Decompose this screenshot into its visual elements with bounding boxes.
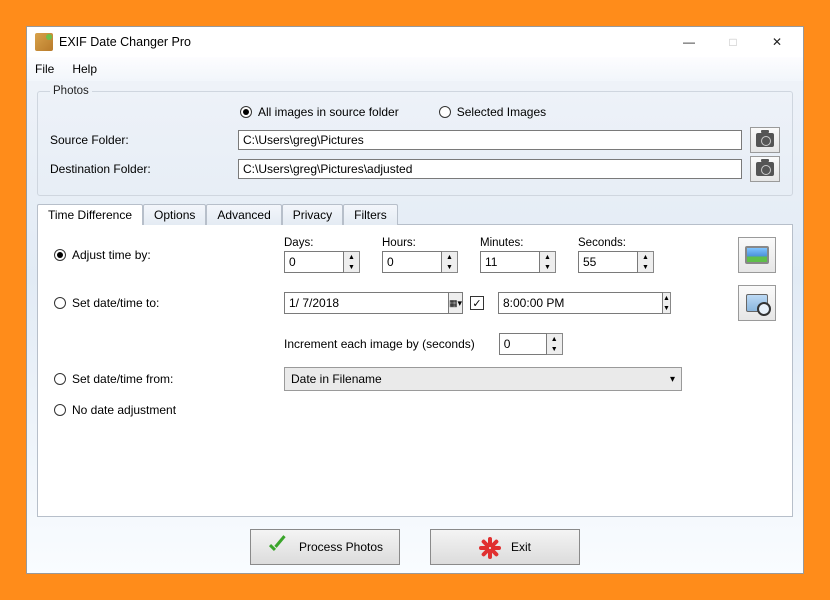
minutes-spinner[interactable]: ▲▼: [480, 251, 556, 273]
increment-label: Increment each image by (seconds): [284, 337, 475, 351]
radio-icon: [54, 404, 66, 416]
seconds-spinner[interactable]: ▲▼: [578, 251, 654, 273]
button-row: Process Photos Exit: [37, 529, 793, 565]
date-source-combo[interactable]: Date in Filename ▾: [284, 367, 682, 391]
radio-set-from[interactable]: Set date/time from:: [54, 372, 284, 386]
adjust-time-label: Adjust time by:: [72, 248, 151, 262]
maximize-button[interactable]: □: [711, 28, 755, 56]
radio-no-adjust[interactable]: No date adjustment: [54, 403, 284, 417]
dest-folder-input[interactable]: [238, 159, 742, 179]
app-window: EXIF Date Changer Pro — □ ✕ File Help Ph…: [26, 26, 804, 574]
menu-file[interactable]: File: [35, 62, 54, 76]
photos-group: Photos All images in source folder Selec…: [37, 85, 793, 196]
tabs: Time Difference Options Advanced Privacy…: [37, 202, 793, 517]
date-picker[interactable]: ▦▾: [284, 292, 444, 314]
time-input[interactable]: [498, 292, 663, 314]
minutes-header: Minutes:: [480, 237, 556, 249]
date-source-value: Date in Filename: [291, 372, 382, 386]
menu-help[interactable]: Help: [72, 62, 97, 76]
no-adjust-row: No date adjustment: [54, 403, 776, 417]
process-photos-button[interactable]: Process Photos: [250, 529, 400, 565]
minimize-button[interactable]: —: [667, 28, 711, 56]
photo-icon: [745, 246, 769, 264]
radio-selected-images[interactable]: Selected Images: [439, 105, 546, 119]
days-input[interactable]: [284, 251, 344, 273]
hours-input[interactable]: [382, 251, 442, 273]
exit-button[interactable]: Exit: [430, 529, 580, 565]
calendar-icon[interactable]: ▦▾: [449, 292, 463, 314]
time-enabled-checkbox[interactable]: ✓: [470, 296, 484, 310]
exit-icon: [479, 536, 501, 558]
close-button[interactable]: ✕: [755, 28, 799, 56]
time-picker[interactable]: ▲▼: [498, 292, 616, 314]
radio-selected-label: Selected Images: [457, 105, 546, 119]
radio-icon: [240, 106, 252, 118]
radio-icon: [54, 249, 66, 261]
chevron-down-icon: ▾: [670, 374, 675, 385]
minutes-input[interactable]: [480, 251, 540, 273]
radio-adjust-time[interactable]: Adjust time by:: [54, 248, 284, 262]
days-group: Days: ▲▼: [284, 237, 360, 273]
exit-label: Exit: [511, 540, 531, 554]
window-title: EXIF Date Changer Pro: [59, 35, 667, 49]
tab-advanced[interactable]: Advanced: [206, 204, 281, 225]
photos-legend: Photos: [50, 85, 92, 97]
set-datetime-row: Set date/time to: ▦▾ ✓ ▲▼: [54, 285, 776, 321]
radio-all-label: All images in source folder: [258, 105, 399, 119]
days-header: Days:: [284, 237, 360, 249]
dest-browse-button[interactable]: [750, 156, 780, 182]
camera-icon: [756, 133, 774, 147]
source-folder-input[interactable]: [238, 130, 742, 150]
adjust-time-row: Adjust time by: Days: ▲▼ Hours: ▲▼ Minut…: [54, 237, 776, 273]
magnifier-icon: [746, 294, 768, 312]
days-spinner[interactable]: ▲▼: [284, 251, 360, 273]
radio-icon: [54, 297, 66, 309]
tab-options[interactable]: Options: [143, 204, 206, 225]
increment-input[interactable]: [499, 333, 547, 355]
set-from-label: Set date/time from:: [72, 372, 173, 386]
dest-folder-row: Destination Folder:: [50, 156, 780, 182]
hours-group: Hours: ▲▼: [382, 237, 458, 273]
increment-row: Increment each image by (seconds) ▲▼: [284, 333, 776, 355]
titlebar: EXIF Date Changer Pro — □ ✕: [27, 27, 803, 57]
seconds-header: Seconds:: [578, 237, 654, 249]
source-folder-row: Source Folder:: [50, 127, 780, 153]
time-difference-panel: Adjust time by: Days: ▲▼ Hours: ▲▼ Minut…: [37, 224, 793, 517]
camera-icon: [756, 162, 774, 176]
magnify-button[interactable]: [738, 285, 776, 321]
menubar: File Help: [27, 57, 803, 81]
client-area: Photos All images in source folder Selec…: [27, 81, 803, 573]
source-folder-label: Source Folder:: [50, 133, 230, 147]
minutes-group: Minutes: ▲▼: [480, 237, 556, 273]
radio-set-datetime[interactable]: Set date/time to:: [54, 296, 284, 310]
seconds-group: Seconds: ▲▼: [578, 237, 654, 273]
hours-header: Hours:: [382, 237, 458, 249]
tab-privacy[interactable]: Privacy: [282, 204, 343, 225]
hours-spinner[interactable]: ▲▼: [382, 251, 458, 273]
radio-icon: [439, 106, 451, 118]
date-input[interactable]: [284, 292, 449, 314]
tab-time-difference[interactable]: Time Difference: [37, 204, 143, 225]
seconds-input[interactable]: [578, 251, 638, 273]
increment-spinner[interactable]: ▲▼: [499, 333, 563, 355]
set-from-row: Set date/time from: Date in Filename ▾: [54, 367, 776, 391]
set-datetime-label: Set date/time to:: [72, 296, 159, 310]
photos-mode-row: All images in source folder Selected Ima…: [240, 105, 780, 119]
no-adjust-label: No date adjustment: [72, 403, 176, 417]
tabstrip: Time Difference Options Advanced Privacy…: [37, 202, 793, 224]
source-browse-button[interactable]: [750, 127, 780, 153]
tab-filters[interactable]: Filters: [343, 204, 398, 225]
radio-all-images[interactable]: All images in source folder: [240, 105, 399, 119]
radio-icon: [54, 373, 66, 385]
process-label: Process Photos: [299, 540, 383, 554]
app-icon: [35, 33, 53, 51]
dest-folder-label: Destination Folder:: [50, 162, 230, 176]
preview-photo-button[interactable]: [738, 237, 776, 273]
check-icon: [267, 536, 289, 558]
